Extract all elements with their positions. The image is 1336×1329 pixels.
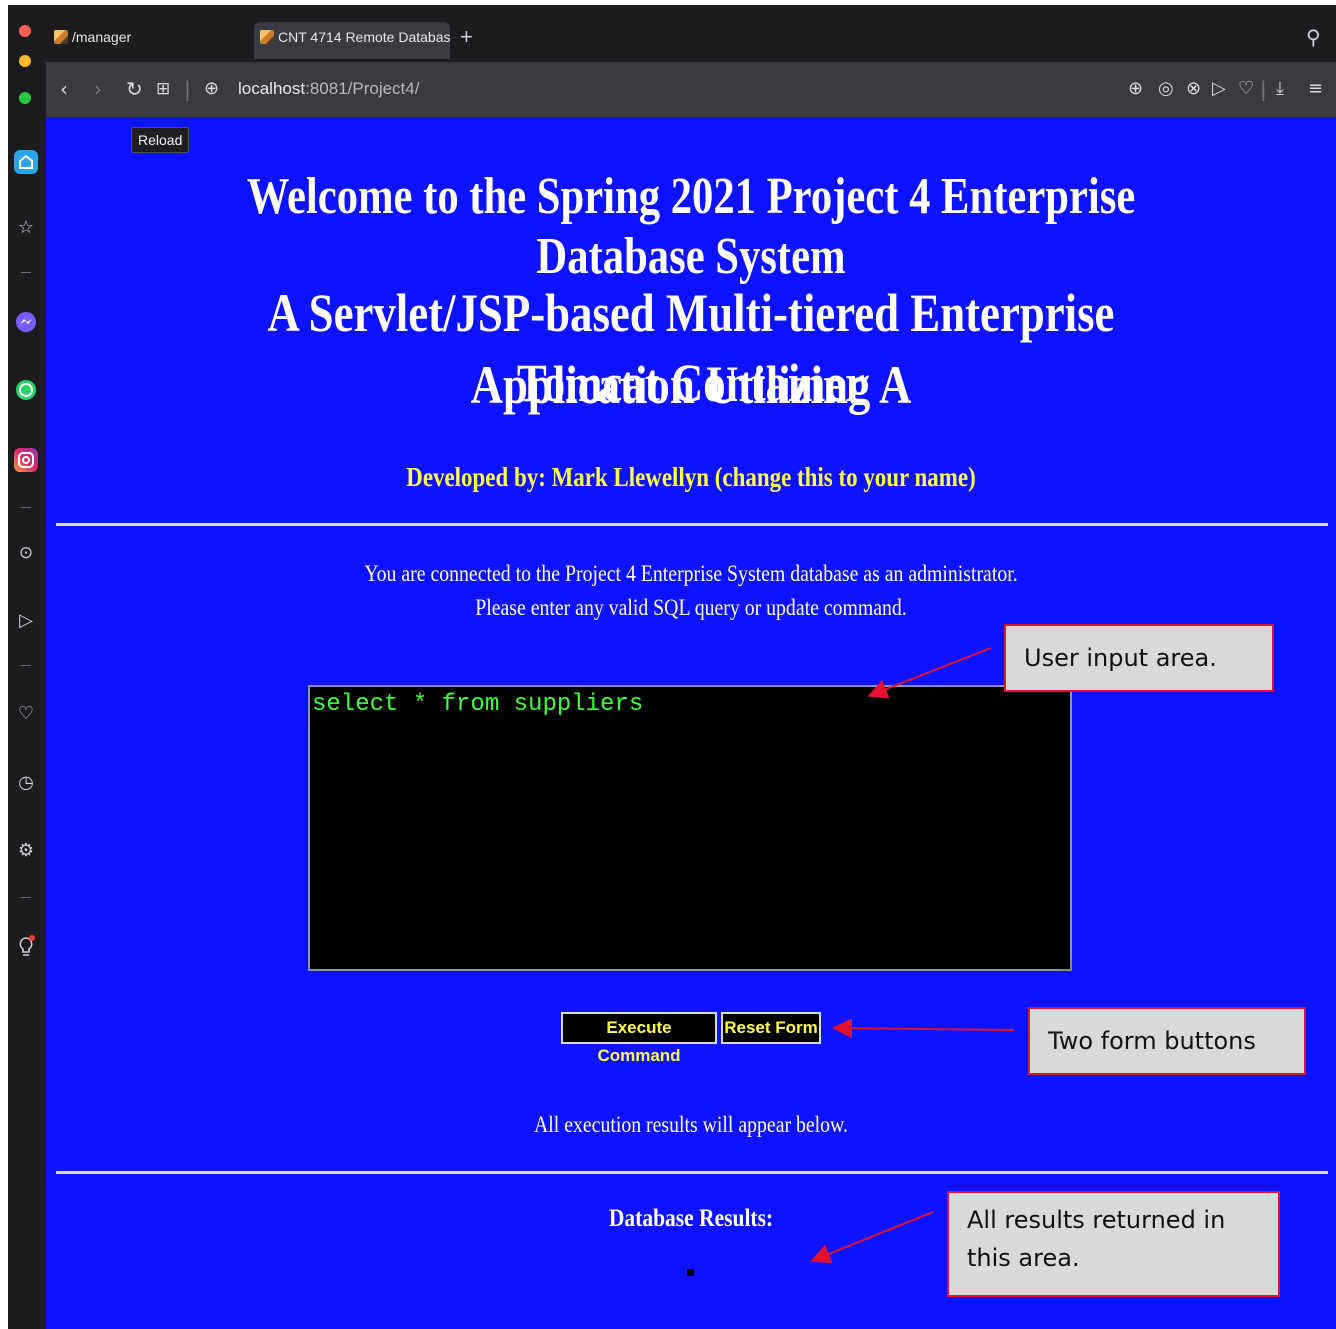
browser-window: ☆ ⊙ ▷ ♡ ◷ ⚙ /manager CNT 4714 Remote Dat… — [8, 5, 1336, 1329]
home-icon[interactable] — [14, 150, 38, 174]
web-page: Reload Welcome to the Spring 2021 Projec… — [46, 117, 1336, 1329]
back-icon[interactable]: ‹ — [60, 77, 68, 101]
tab-remote-database[interactable]: CNT 4714 Remote Database Ma — [254, 22, 450, 59]
messenger-icon[interactable] — [14, 310, 38, 334]
menu-icon[interactable]: ≡ — [1308, 77, 1323, 101]
sidebar-divider — [21, 897, 31, 898]
tomcat-favicon-icon — [260, 30, 274, 44]
url-path: :8081/Project4/ — [305, 79, 420, 98]
history-icon[interactable]: ◷ — [15, 772, 37, 794]
tabs-grid-icon[interactable]: ⊞ — [156, 77, 170, 101]
annotation-arrows — [810, 647, 1015, 1264]
tomcat-favicon-icon — [54, 30, 68, 44]
tab-bar: /manager CNT 4714 Remote Database Ma + ⚲ — [46, 5, 1336, 62]
new-tab-button[interactable]: + — [460, 25, 484, 49]
sidebar-divider — [21, 507, 31, 508]
close-window-dot[interactable] — [19, 25, 31, 37]
sidebar-divider — [21, 665, 31, 666]
url-host: localhost — [238, 79, 306, 98]
sidebar-divider — [21, 272, 31, 273]
toolbar-divider: | — [184, 77, 191, 101]
arrow-to-buttons — [832, 1018, 1015, 1039]
search-tabs-icon[interactable]: ⚲ — [1306, 25, 1330, 49]
settings-icon[interactable]: ⚙ — [15, 840, 37, 862]
forward-icon[interactable]: › — [94, 77, 102, 101]
download-icon[interactable]: ⤓ — [1276, 77, 1284, 101]
arrow-to-results — [810, 1211, 934, 1264]
player-icon[interactable]: ⊙ — [15, 542, 37, 564]
whatsapp-icon[interactable] — [14, 378, 38, 402]
instagram-icon[interactable] — [14, 448, 38, 472]
star-icon[interactable]: ☆ — [15, 217, 37, 239]
url-field[interactable]: localhost:8081/Project4/ — [238, 78, 419, 100]
tab-manager[interactable]: /manager — [54, 25, 239, 49]
minimize-window-dot[interactable] — [19, 55, 31, 67]
send-icon[interactable]: ▷ — [15, 610, 37, 632]
snapshot-icon[interactable]: ◎ — [1158, 77, 1174, 101]
heart-icon[interactable]: ♡ — [1238, 77, 1254, 101]
zoom-icon[interactable]: ⊕ — [1128, 77, 1143, 101]
heart-icon[interactable]: ♡ — [15, 703, 37, 725]
address-bar: ‹ › ↻ ⊞ | ⊕ localhost:8081/Project4/ ⊕ ◎… — [46, 62, 1336, 117]
tab-label: /manager — [72, 29, 132, 45]
play-icon[interactable]: ▷ — [1212, 77, 1226, 101]
maximize-window-dot[interactable] — [19, 92, 31, 104]
browser-sidebar: ☆ ⊙ ▷ ♡ ◷ ⚙ — [8, 5, 46, 1329]
reload-icon[interactable]: ↻ — [126, 77, 143, 101]
toolbar-divider: | — [1260, 77, 1267, 101]
globe-icon: ⊕ — [204, 78, 220, 99]
tab-label: CNT 4714 Remote Database Ma — [278, 29, 450, 45]
arrow-to-input — [867, 647, 992, 699]
adblock-icon[interactable]: ⊗ — [1186, 77, 1201, 101]
lightbulb-icon[interactable] — [15, 935, 37, 957]
